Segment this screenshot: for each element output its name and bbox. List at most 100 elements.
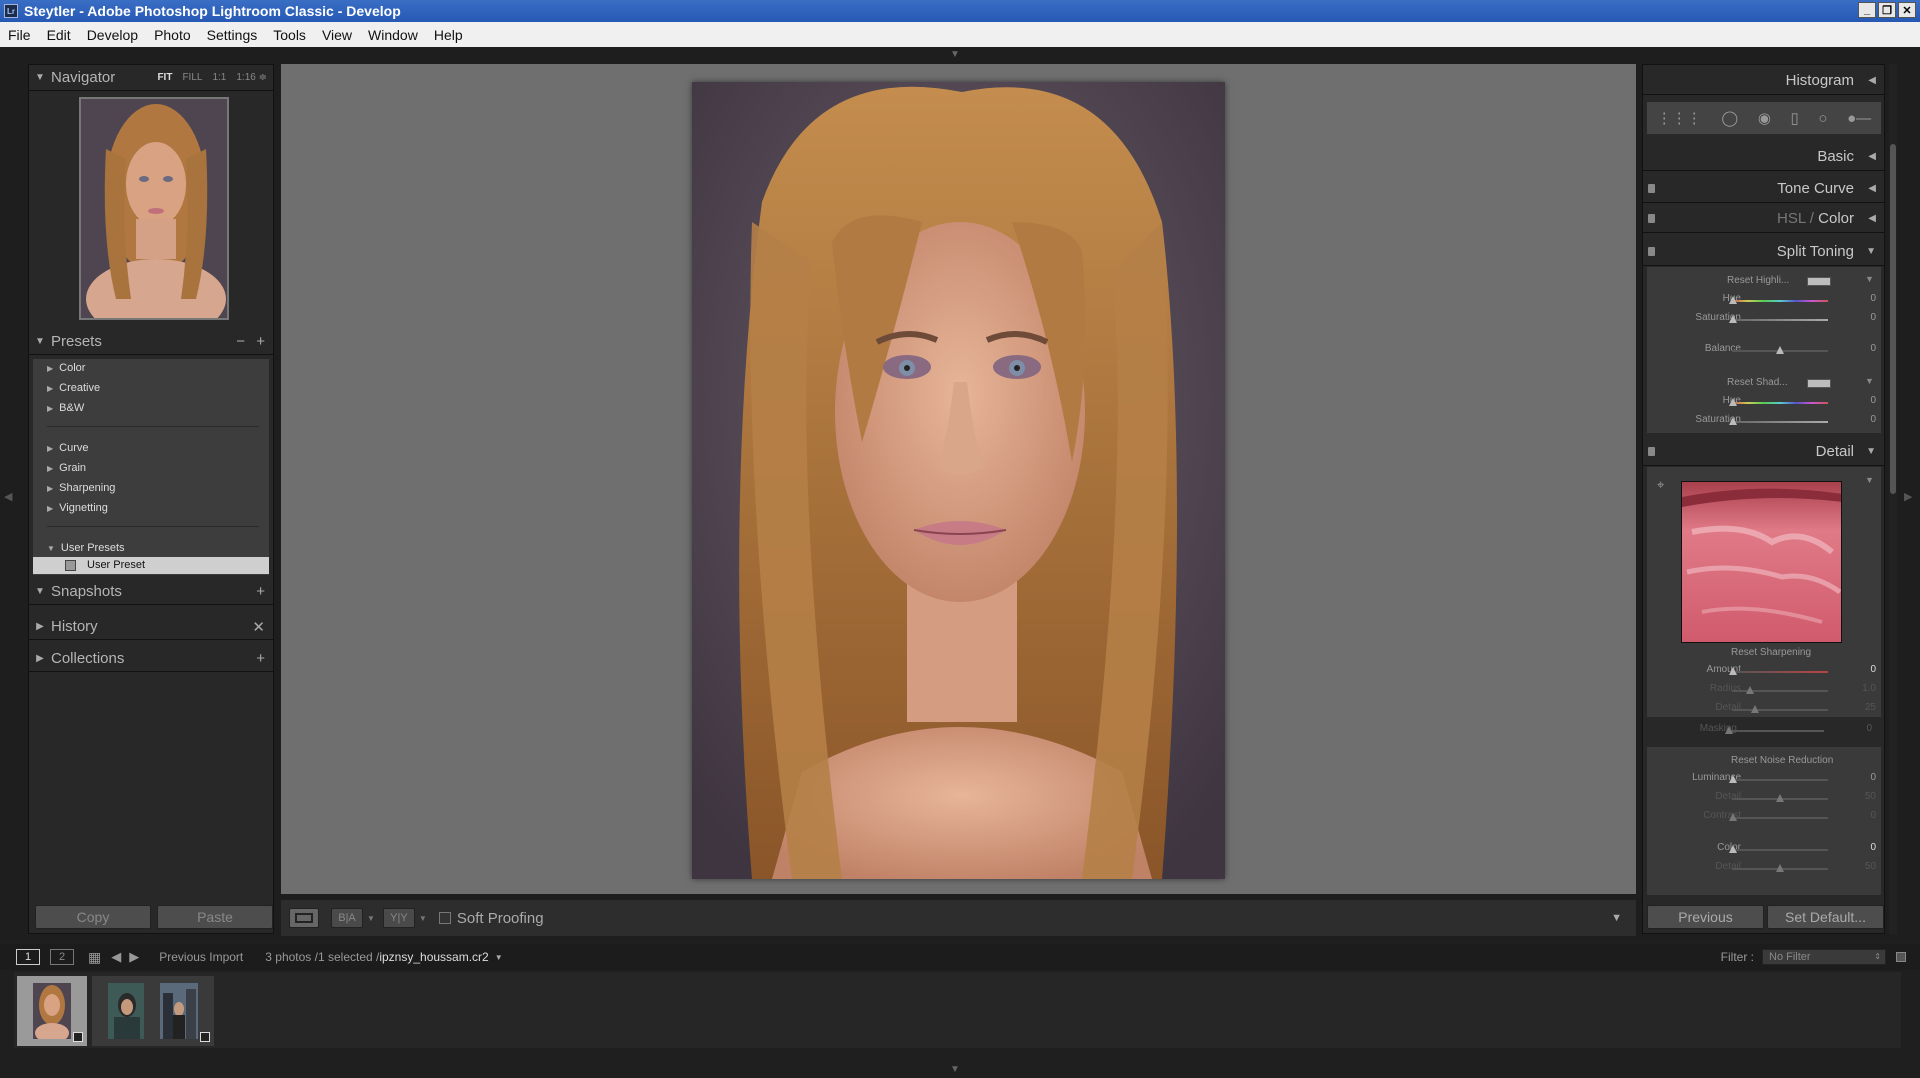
reset-shadows-label[interactable]: Reset Shad... [1727, 377, 1788, 388]
slider-value[interactable]: 0 [1866, 723, 1872, 734]
preset-group-sharpening[interactable]: ▶ Sharpening [47, 482, 115, 494]
reset-highlights-label[interactable]: Reset Highli... [1727, 275, 1789, 286]
filmstrip-source[interactable]: Previous Import [159, 950, 243, 964]
slider-value[interactable]: 0 [1870, 842, 1876, 853]
sharpen-radius-slider[interactable]: Radius 1.0 [1647, 683, 1888, 699]
forward-arrow-icon[interactable]: ▶ [129, 949, 139, 965]
crop-tool-icon[interactable]: ⋮⋮⋮ [1657, 109, 1702, 127]
panel-toggle-icon[interactable] [1648, 184, 1655, 193]
slider-knob[interactable] [1776, 346, 1784, 354]
highlights-hue-slider[interactable]: Hue 0 [1647, 293, 1888, 309]
slider-track[interactable] [1732, 671, 1828, 673]
menu-develop[interactable]: Develop [79, 27, 146, 43]
nav-mode-fill[interactable]: FILL [182, 72, 202, 83]
navigator-header[interactable]: ▼ Navigator FIT FILL 1:1 1:16 ≑ [29, 65, 273, 91]
selected-filename[interactable]: ipznsy_houssam.cr2 [379, 950, 488, 964]
slider-value[interactable]: 0 [1870, 810, 1876, 821]
right-panel-toggle-icon[interactable]: ▶ [1904, 490, 1912, 503]
slider-knob[interactable] [1776, 794, 1784, 802]
shadows-color-swatch[interactable] [1807, 379, 1831, 388]
back-arrow-icon[interactable]: ◀ [111, 949, 121, 965]
reset-noise-reduction-label[interactable]: Reset Noise Reduction [1731, 755, 1833, 766]
histogram-header[interactable]: Histogram ◀ [1643, 67, 1884, 95]
slider-track[interactable] [1732, 300, 1828, 302]
preset-group-creative[interactable]: ▶ Creative [47, 382, 100, 394]
previous-button[interactable]: Previous [1647, 905, 1764, 929]
dropdown-arrow-icon[interactable]: ▼ [1865, 376, 1874, 386]
menu-help[interactable]: Help [426, 27, 471, 43]
slider-knob[interactable] [1729, 417, 1737, 425]
dropdown-arrow-icon[interactable]: ▼ [1865, 475, 1874, 485]
preset-group-grain[interactable]: ▶ Grain [47, 462, 86, 474]
navigator-preview[interactable] [79, 97, 229, 320]
slider-track[interactable] [1732, 709, 1828, 711]
remove-preset-icon[interactable]: − [236, 333, 245, 350]
split-toning-header[interactable]: Split Toning ▼ [1643, 238, 1884, 266]
radial-filter-icon[interactable]: ○ [1818, 110, 1827, 127]
color-tab[interactable]: Color [1818, 210, 1854, 227]
slider-knob[interactable] [1729, 667, 1737, 675]
toolbar-content-dropdown-icon[interactable]: ▼ [1611, 912, 1622, 924]
right-panel-scrollbar[interactable] [1889, 64, 1897, 934]
slider-value[interactable]: 0 [1870, 293, 1876, 304]
preset-group-curve[interactable]: ▶ Curve [47, 442, 89, 454]
slider-value[interactable]: 0 [1870, 772, 1876, 783]
clear-history-icon[interactable]: ✕ [252, 618, 265, 636]
filmstrip-thumbnail[interactable] [144, 976, 214, 1046]
top-panel-toggle-icon[interactable]: ▼ [950, 49, 960, 60]
hsl-color-header[interactable]: HSL / Color ◀ [1643, 205, 1884, 233]
tone-curve-header[interactable]: Tone Curve ◀ [1643, 175, 1884, 203]
menu-file[interactable]: File [0, 27, 39, 43]
slider-value[interactable]: 1.0 [1862, 683, 1876, 694]
loupe-view-button[interactable] [289, 908, 319, 928]
sharpen-detail-slider[interactable]: Detail 25 [1647, 702, 1888, 718]
slider-knob[interactable] [1746, 686, 1754, 694]
slider-track[interactable] [1732, 319, 1828, 321]
nav-mode-1-16[interactable]: 1:16 ≑ [236, 72, 267, 83]
adjustment-brush-icon[interactable]: ●— [1847, 110, 1871, 127]
highlights-color-swatch[interactable] [1807, 277, 1831, 286]
slider-knob[interactable] [1729, 398, 1737, 406]
highlights-saturation-slider[interactable]: Saturation 0 [1647, 312, 1888, 328]
soft-proofing-checkbox[interactable] [438, 912, 451, 924]
nav-mode-fit[interactable]: FIT [157, 72, 172, 83]
sharpen-masking-slider[interactable]: Masking 0 [1643, 723, 1884, 739]
slider-knob[interactable] [1729, 813, 1737, 821]
preset-group-bw[interactable]: ▶ B&W [47, 402, 84, 414]
slider-knob[interactable] [1729, 845, 1737, 853]
nav-mode-1-1[interactable]: 1:1 [212, 72, 226, 83]
preset-group-user-presets[interactable]: ▼ User Presets [47, 542, 125, 554]
hsl-tab[interactable]: HSL [1777, 210, 1806, 227]
preset-group-color[interactable]: ▶ Color [47, 362, 85, 374]
menu-edit[interactable]: Edit [39, 27, 79, 43]
dropdown-arrow-icon[interactable]: ▼ [419, 914, 427, 923]
noise-luminance-detail-slider[interactable]: Detail 50 [1647, 791, 1888, 807]
close-button[interactable]: ✕ [1898, 2, 1916, 18]
basic-header[interactable]: Basic ◀ [1643, 143, 1884, 171]
filmstrip-thumbnail[interactable] [17, 976, 87, 1046]
slider-track[interactable] [1732, 421, 1828, 423]
panel-toggle-icon[interactable] [1648, 247, 1655, 256]
filter-select[interactable]: No Filter ⇕ [1762, 949, 1886, 965]
menu-tools[interactable]: Tools [265, 27, 314, 43]
slider-value[interactable]: 0 [1870, 395, 1876, 406]
spot-removal-icon[interactable]: ◯ [1721, 109, 1738, 127]
slider-value[interactable]: 50 [1865, 861, 1876, 872]
bottom-panel-toggle-icon[interactable]: ▼ [950, 1064, 960, 1075]
collections-header[interactable]: ▶ Collections + [29, 646, 273, 672]
restore-button[interactable]: ❐ [1878, 2, 1896, 18]
menu-photo[interactable]: Photo [146, 27, 199, 43]
slider-knob[interactable] [1729, 775, 1737, 783]
minimize-button[interactable]: _ [1858, 2, 1876, 18]
before-after-split-button[interactable]: Y|Y [382, 908, 415, 928]
slider-value[interactable]: 0 [1870, 312, 1876, 323]
menu-view[interactable]: View [314, 27, 360, 43]
grid-view-icon[interactable]: ▦ [88, 949, 101, 966]
menu-settings[interactable]: Settings [199, 27, 266, 43]
noise-luminance-slider[interactable]: Luminance 0 [1647, 772, 1888, 788]
snapshots-header[interactable]: ▼ Snapshots + [29, 579, 273, 605]
slider-value[interactable]: 0 [1870, 664, 1876, 675]
noise-color-slider[interactable]: Color 0 [1647, 842, 1888, 858]
slider-track[interactable] [1728, 730, 1824, 732]
copy-button[interactable]: Copy [35, 905, 151, 929]
